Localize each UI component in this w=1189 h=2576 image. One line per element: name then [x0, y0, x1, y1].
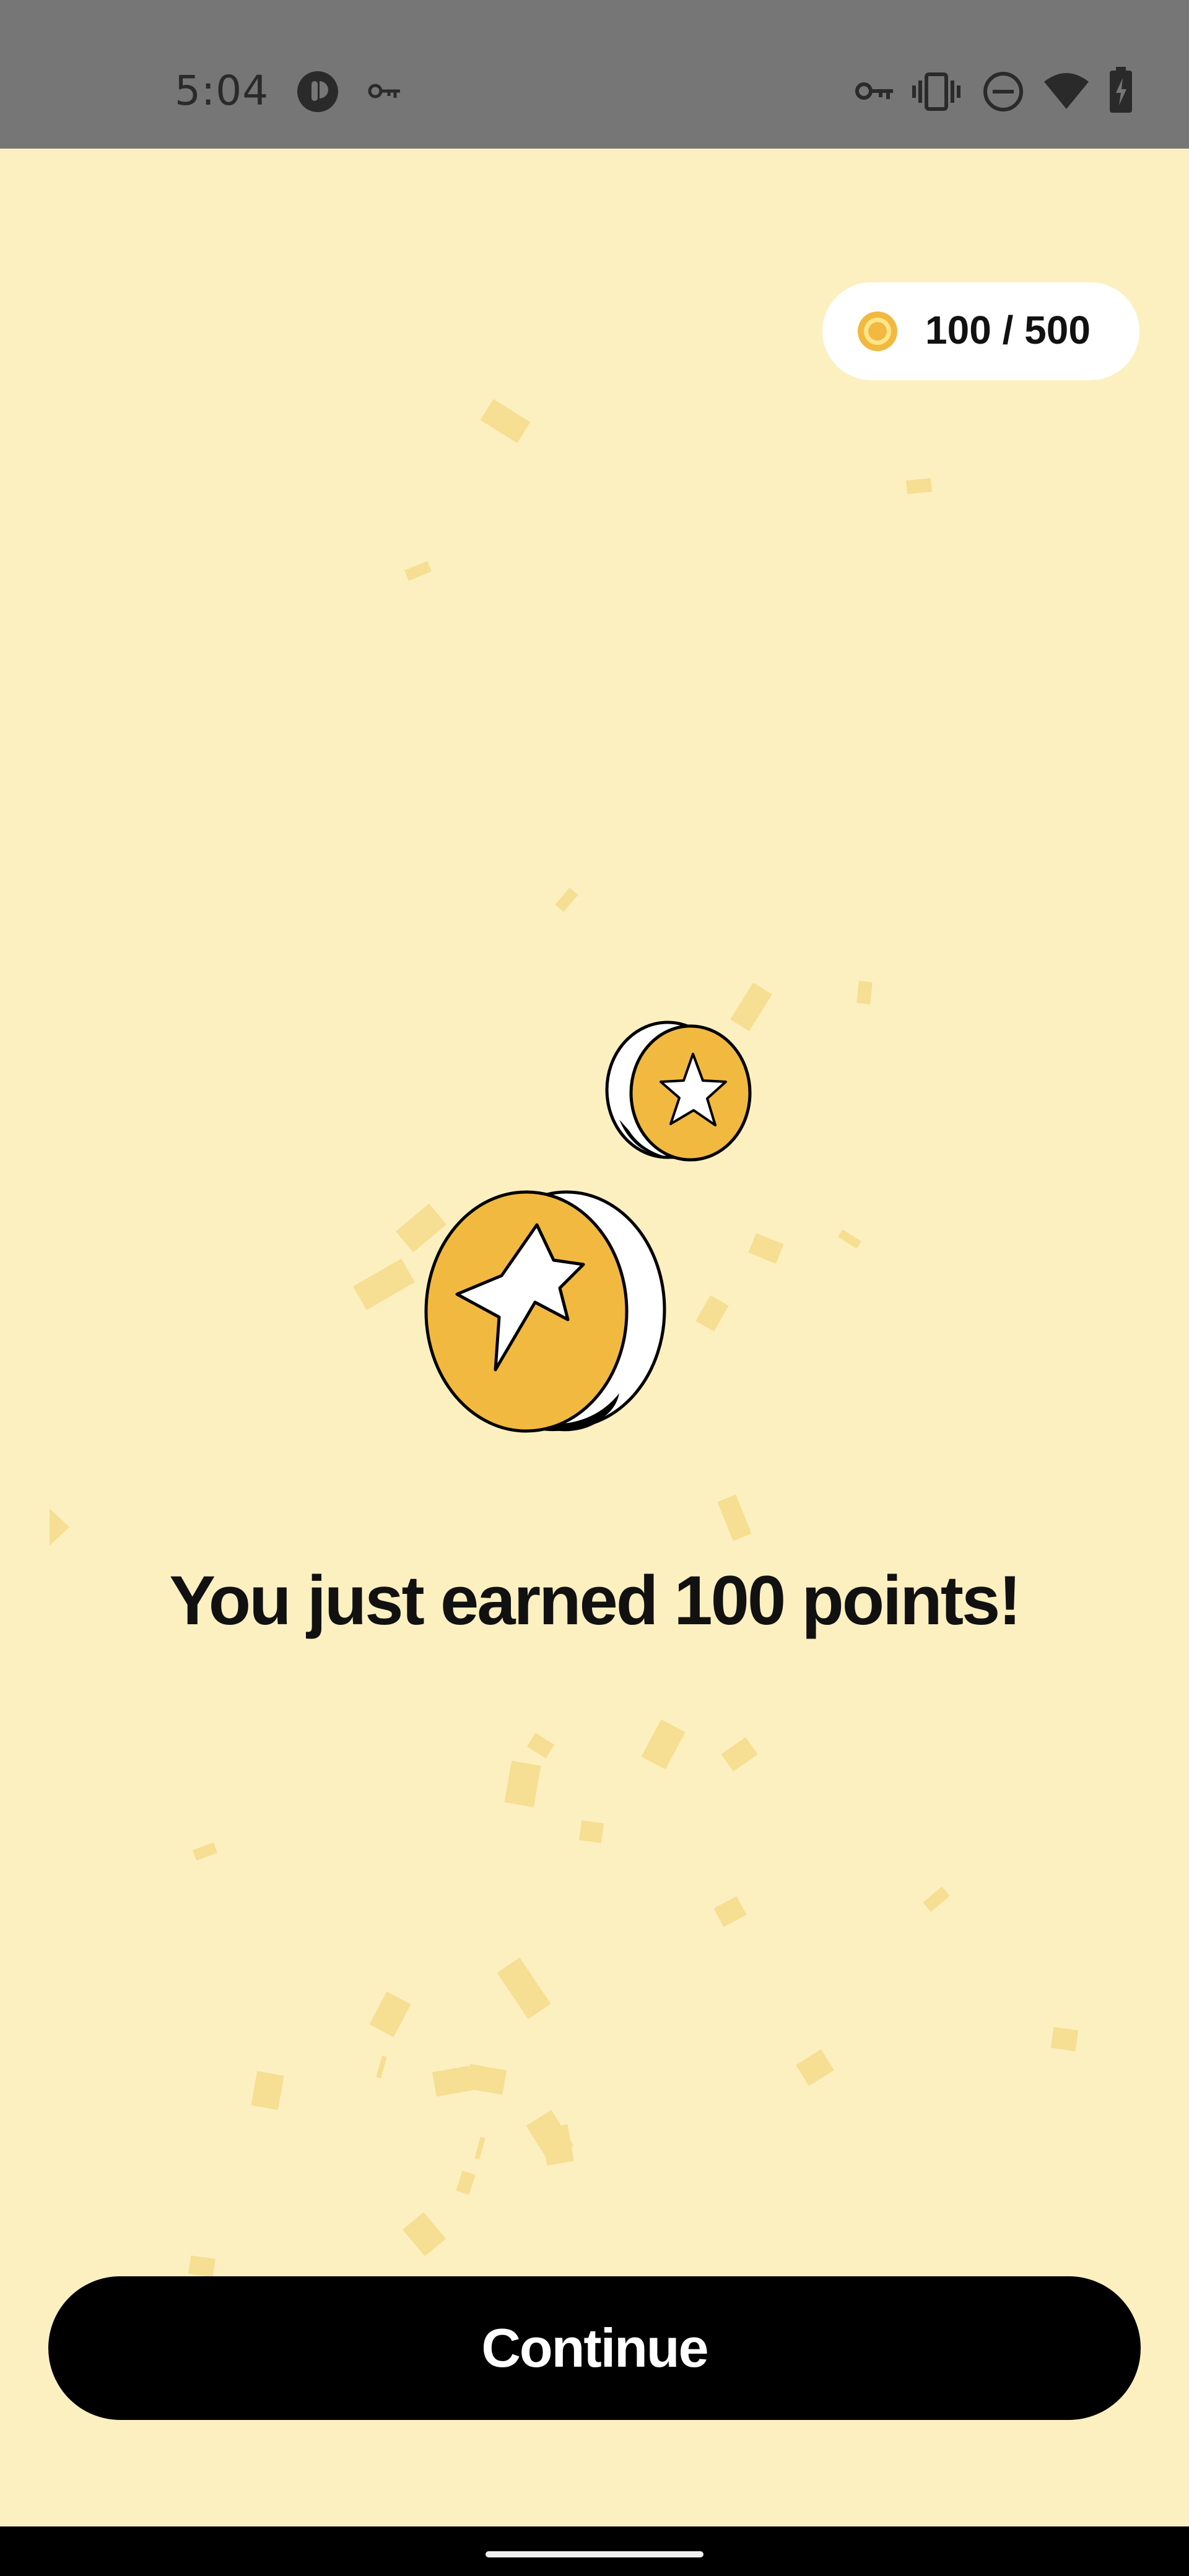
points-balance-pill: 100 / 500: [822, 282, 1139, 380]
points-balance-text: 100 / 500: [925, 308, 1091, 352]
continue-button[interactable]: Continue: [48, 2276, 1141, 2420]
reward-screen: 5:04 100 / 500 You just earned 100 point…: [0, 0, 1189, 2576]
navigation-bar: [0, 2526, 1189, 2576]
star-coins-icon: [424, 1020, 752, 1433]
small-star-coin-icon: [605, 1020, 752, 1162]
large-star-coin-icon: [424, 1190, 666, 1433]
home-gesture-handle[interactable]: [486, 2551, 703, 2557]
coin-icon: [858, 311, 897, 351]
reward-message: You just earned 100 points!: [169, 1562, 1021, 1639]
